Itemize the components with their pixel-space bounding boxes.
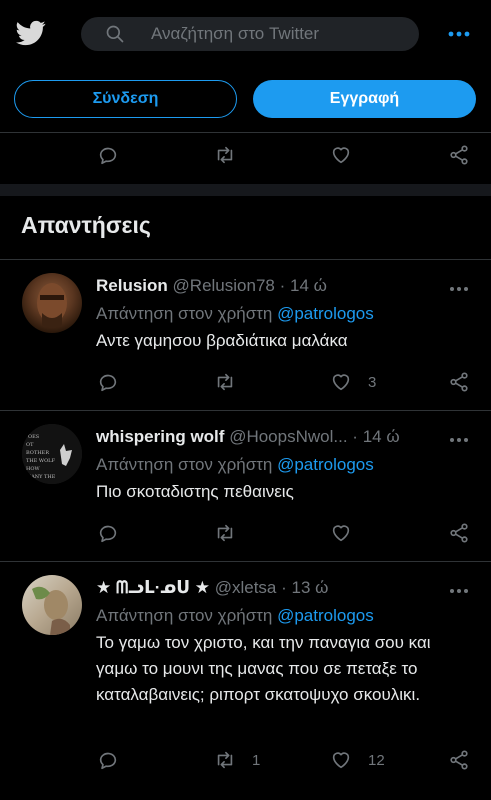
svg-text:HOW: HOW <box>26 466 40 472</box>
divider <box>0 132 491 133</box>
reply-context: Απάντηση στον χρήστη @patrologos <box>96 304 374 324</box>
avatar-image <box>32 586 70 635</box>
retweet-count: 1 <box>252 751 261 769</box>
avatar[interactable]: OES OT BOTHER THE WOLF HOW MANY THE <box>22 424 82 484</box>
tweet-header: whispering wolf @HoopsNwol... · 14 ώ <box>96 427 400 447</box>
share-button[interactable] <box>448 366 470 398</box>
share-button[interactable] <box>448 517 470 549</box>
share-button[interactable] <box>448 139 470 171</box>
like-button[interactable] <box>330 139 352 171</box>
like-button[interactable] <box>330 517 374 549</box>
reply-prefix: Απάντηση στον χρήστη <box>96 606 273 625</box>
separator-dot: · <box>352 427 358 446</box>
replies-heading: Απαντήσεις <box>21 212 151 238</box>
mention-link[interactable]: @patrologos <box>277 606 374 625</box>
share-icon <box>450 372 468 392</box>
share-icon <box>450 750 468 770</box>
tweet-actions: 1 12 <box>0 744 491 776</box>
reply-prefix: Απάντηση στον χρήστη <box>96 304 273 323</box>
user-handle[interactable]: @xletsa <box>215 578 277 597</box>
like-button[interactable]: 12 <box>330 744 385 776</box>
tweet-text: Το γαμω τον χριστο, και την παναγια σου … <box>96 633 431 704</box>
svg-text:OT: OT <box>26 442 34 448</box>
retweet-button[interactable] <box>214 366 258 398</box>
reply-context: Απάντηση στον χρήστη @patrologos <box>96 455 374 475</box>
retweet-button[interactable] <box>214 517 258 549</box>
share-icon <box>450 145 468 165</box>
auth-row: Σύνδεση Εγγραφή <box>0 68 491 132</box>
share-button[interactable] <box>448 744 470 776</box>
tweet-header: ★ ᗰᓗᒪ·ᓄᑌ ★ @xletsa · 13 ώ <box>96 578 328 598</box>
tweet-text: Πιο σκοταδιστης πεθαινεις <box>96 482 294 501</box>
timestamp[interactable]: 13 ώ <box>292 578 329 597</box>
reply-tweet[interactable]: OES OT BOTHER THE WOLF HOW MANY THE whis… <box>0 411 491 561</box>
reply-icon <box>99 374 117 392</box>
timestamp[interactable]: 14 ώ <box>290 276 327 295</box>
reply-button[interactable] <box>97 366 119 398</box>
display-name[interactable]: ★ ᗰᓗᒪ·ᓄᑌ ★ <box>96 578 210 597</box>
tweet-actions <box>0 517 491 549</box>
login-button[interactable]: Σύνδεση <box>14 80 237 118</box>
reply-button[interactable] <box>97 517 119 549</box>
reply-icon <box>99 147 117 165</box>
mention-link[interactable]: @patrologos <box>277 455 374 474</box>
retweet-icon <box>217 751 233 769</box>
like-count: 3 <box>368 373 377 391</box>
like-count: 12 <box>368 751 385 769</box>
reply-context: Απάντηση στον χρήστη @patrologos <box>96 606 374 626</box>
retweet-button[interactable]: 1 <box>214 744 260 776</box>
display-name[interactable]: Relusion <box>96 276 168 295</box>
search-bar[interactable] <box>81 17 419 51</box>
twitter-bird-icon[interactable] <box>14 18 48 48</box>
reply-button[interactable] <box>97 744 119 776</box>
separator-dot: · <box>279 276 286 295</box>
like-button[interactable]: 3 <box>330 366 376 398</box>
heart-icon <box>332 752 350 769</box>
avatar-image: OES OT BOTHER THE WOLF HOW MANY THE <box>22 424 82 484</box>
search-input[interactable] <box>151 17 401 51</box>
avatar[interactable] <box>22 273 82 333</box>
signup-button[interactable]: Εγγραφή <box>253 80 476 118</box>
reply-tweet[interactable]: ★ ᗰᓗᒪ·ᓄᑌ ★ @xletsa · 13 ώ Απάντηση στον … <box>0 562 491 800</box>
tweet-text: Αντε γαμησου βραδιάτικα μαλάκα <box>96 331 348 350</box>
avatar-image <box>37 283 67 328</box>
display-name[interactable]: whispering wolf <box>96 427 224 446</box>
avatar[interactable] <box>22 575 82 635</box>
separator-dot: · <box>281 578 287 597</box>
heart-icon <box>332 374 350 391</box>
top-bar <box>0 0 491 68</box>
heart-icon <box>332 525 350 542</box>
svg-text:BOTHER: BOTHER <box>26 450 49 456</box>
user-handle[interactable]: @Relusion78 <box>173 276 275 295</box>
share-icon <box>450 523 468 543</box>
tweet-more-icon[interactable] <box>448 584 470 598</box>
user-handle[interactable]: @HoopsNwol... <box>229 427 347 446</box>
section-separator <box>0 184 491 196</box>
reply-icon <box>99 525 117 543</box>
reply-prefix: Απάντηση στον χρήστη <box>96 455 273 474</box>
reply-button[interactable] <box>97 139 119 171</box>
tweet-actions: 3 <box>0 366 491 398</box>
tweet-more-icon[interactable] <box>448 433 470 447</box>
tweet-more-icon[interactable] <box>448 282 470 296</box>
tweet-header: Relusion @Relusion78 · 14 ώ <box>96 276 327 296</box>
main-tweet-actions <box>0 139 491 171</box>
svg-text:THE WOLF: THE WOLF <box>26 458 55 464</box>
retweet-icon <box>217 146 233 164</box>
retweet-button[interactable] <box>214 139 236 171</box>
retweet-icon <box>217 524 233 542</box>
svg-text:OES: OES <box>28 434 40 440</box>
reply-tweet[interactable]: Relusion @Relusion78 · 14 ώ Απάντηση στο… <box>0 260 491 410</box>
retweet-icon <box>217 373 233 391</box>
mention-link[interactable]: @patrologos <box>277 304 374 323</box>
search-icon <box>106 25 124 43</box>
reply-icon <box>99 752 117 770</box>
timestamp[interactable]: 14 ώ <box>363 427 400 446</box>
heart-icon <box>332 147 350 164</box>
more-options-icon[interactable] <box>446 24 472 44</box>
svg-text:MANY THE: MANY THE <box>26 474 56 480</box>
